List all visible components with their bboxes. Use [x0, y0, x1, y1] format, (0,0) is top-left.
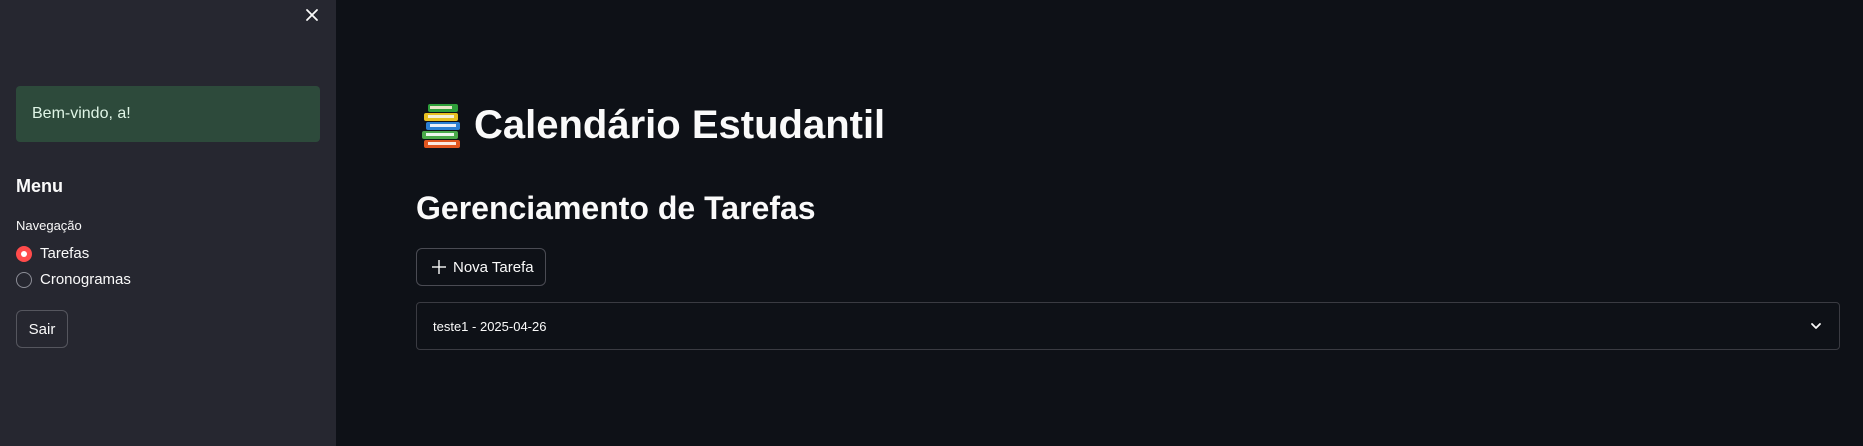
radio-selected-icon[interactable]	[16, 245, 32, 262]
nav-option-label: Tarefas	[40, 245, 90, 262]
nav-option-tarefas[interactable]: Tarefas	[16, 245, 89, 262]
nav-option-label: Cronogramas	[40, 271, 131, 288]
close-sidebar-button[interactable]	[302, 4, 322, 26]
app-root: Bem-vindo, a! Menu Navegação Tarefas Cro…	[0, 0, 1863, 446]
logout-button[interactable]: Sair	[16, 310, 68, 348]
page-title-text: Calendário Estudantil	[474, 102, 886, 147]
close-icon	[306, 9, 318, 21]
radio-unselected-icon[interactable]	[16, 271, 32, 288]
books-icon	[422, 104, 460, 148]
section-title: Gerenciamento de Tarefas	[416, 190, 816, 226]
task-expander[interactable]: teste1 - 2025-04-26	[416, 302, 1840, 350]
main-content: Calendário Estudantil Gerenciamento de T…	[336, 0, 1863, 446]
plus-icon	[432, 260, 446, 274]
menu-title: Menu	[16, 176, 63, 196]
new-task-label: Nova Tarefa	[453, 258, 534, 276]
page-title: Calendário Estudantil	[420, 102, 885, 148]
new-task-button[interactable]: Nova Tarefa	[416, 248, 546, 286]
navigation-label: Navegação	[16, 218, 82, 233]
task-expander-label: teste1 - 2025-04-26	[433, 318, 547, 334]
sidebar: Bem-vindo, a! Menu Navegação Tarefas Cro…	[0, 0, 336, 446]
welcome-message: Bem-vindo, a!	[32, 105, 131, 122]
welcome-alert: Bem-vindo, a!	[16, 86, 320, 142]
chevron-down-icon	[1811, 323, 1821, 329]
nav-option-cronogramas[interactable]: Cronogramas	[16, 271, 131, 288]
